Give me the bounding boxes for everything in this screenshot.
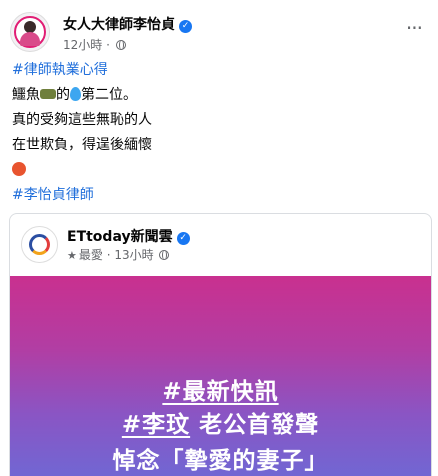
hashtag-link[interactable]: #李怡貞律師 [12, 187, 94, 203]
more-icon[interactable]: ··· [406, 18, 423, 38]
crocodile-emoji [40, 89, 56, 99]
banner-line-3: 悼念「摯愛的妻子」 [10, 441, 431, 475]
meta-separator: · [106, 38, 110, 52]
banner-text: 悼念「摯愛的妻子」 [112, 448, 329, 474]
shared-post-card[interactable]: ETtoday新聞雲 ✓ ★ 最愛 · 13小時 #最新快訊 #李玟 老公首發聲 悼… [9, 213, 432, 476]
shared-page-name-text[interactable]: ETtoday新聞雲 [67, 229, 173, 245]
post-line-hashtag-top: #律師執業心得 [12, 60, 422, 85]
page-name[interactable]: 女人大律師李怡貞 ✓ [63, 14, 192, 34]
post-line-hashtag-bottom: #李怡貞律師 [12, 185, 422, 210]
shared-page-name[interactable]: ETtoday新聞雲 ✓ [67, 226, 190, 246]
shared-post-header: ETtoday新聞雲 ✓ ★ 最愛 · 13小時 [10, 214, 431, 276]
globe-icon [159, 250, 170, 260]
shared-post-meta: ★ 最愛 · 13小時 [67, 246, 170, 263]
star-icon: ★ [67, 249, 77, 262]
post-line-1: 鱷魚的第二位。 [12, 85, 422, 110]
post-header: 女人大律師李怡貞 ✓ 12小時 · ··· [10, 10, 428, 54]
banner-line-1: #最新快訊 [10, 372, 431, 406]
post-text: 第二位。 [81, 87, 137, 103]
shared-timestamp[interactable]: 13小時 [114, 248, 153, 262]
banner-text: 老公首發聲 [190, 412, 320, 438]
verified-icon: ✓ [179, 20, 192, 33]
post-text: 鱷魚 [12, 87, 40, 103]
banner-line-2: #李玟 老公首發聲 [10, 405, 431, 439]
globe-icon [115, 40, 126, 50]
avatar-body [20, 32, 40, 46]
favorite-label: 最愛 [78, 248, 103, 262]
post-text: 在世欺負，得逞後緬懷 [12, 137, 152, 153]
verified-icon: ✓ [176, 232, 190, 245]
post-line-emoji [12, 160, 422, 185]
post-timestamp[interactable]: 12小時 [63, 38, 102, 52]
banner-hashtag: #最新快訊 [162, 379, 279, 405]
ettoday-logo[interactable] [21, 226, 58, 263]
post-text: 真的受夠這些無恥的人 [12, 112, 152, 128]
droplet-emoji [70, 87, 81, 101]
ettoday-logo-mark [29, 234, 50, 255]
post-text: 的 [56, 87, 70, 103]
news-banner-image[interactable]: #最新快訊 #李玟 老公首發聲 悼念「摯愛的妻子」 [10, 276, 431, 476]
meta-separator: · [106, 248, 111, 262]
post-line-2: 真的受夠這些無恥的人 [12, 110, 422, 135]
post-meta: 12小時 · [63, 36, 126, 53]
angry-face-emoji [12, 162, 26, 176]
page-avatar[interactable] [10, 12, 50, 52]
page-name-text[interactable]: 女人大律師李怡貞 [63, 17, 175, 33]
post-body: #律師執業心得 鱷魚的第二位。 真的受夠這些無恥的人 在世欺負，得逞後緬懷 #李… [12, 60, 422, 210]
post-line-3: 在世欺負，得逞後緬懷 [12, 135, 422, 160]
banner-hashtag: #李玟 [121, 412, 191, 438]
hashtag-link[interactable]: #律師執業心得 [12, 62, 108, 78]
